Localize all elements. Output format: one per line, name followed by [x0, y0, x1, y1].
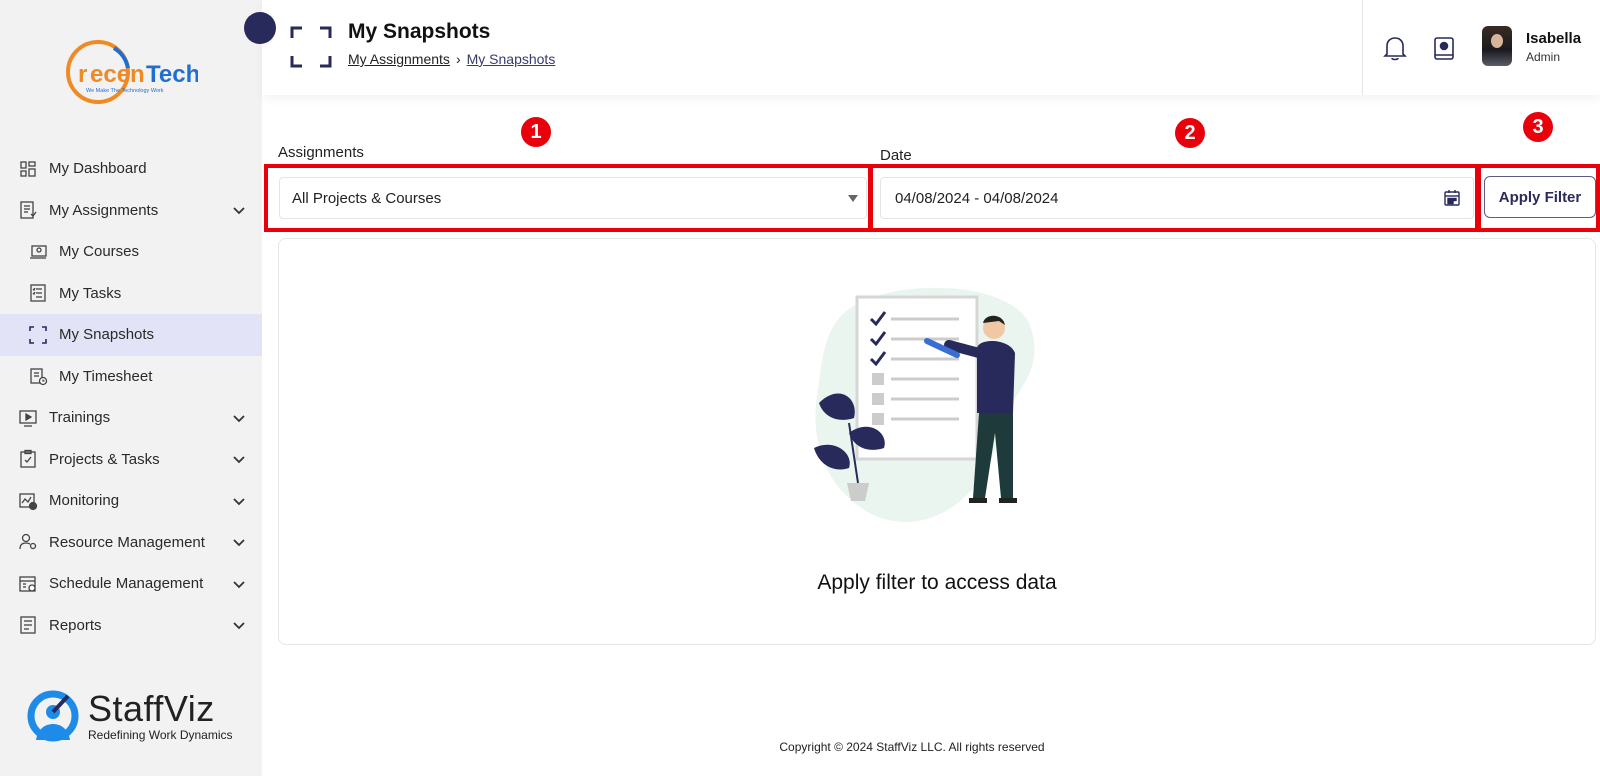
svg-text:Tech: Tech [146, 61, 198, 88]
svg-text:We Make The Technology Work: We Make The Technology Work [86, 88, 164, 94]
calendar-gear-icon [18, 574, 38, 594]
sidebar-nav: My Dashboard My Assignments My Courses M… [0, 148, 262, 646]
page-title: My Snapshots [348, 20, 491, 43]
sidebar-item-my-dashboard[interactable]: My Dashboard [0, 148, 262, 190]
breadcrumb: My Assignments › My Snapshots [348, 51, 555, 67]
assignments-label: Assignments [278, 144, 364, 161]
chevron-down-icon[interactable] [232, 203, 246, 217]
sidebar-item-label: My Tasks [59, 284, 122, 302]
sidebar-item-my-snapshots[interactable]: My Snapshots [0, 314, 262, 356]
sidebar-item-my-tasks[interactable]: My Tasks [0, 273, 262, 315]
user-gear-icon [18, 532, 38, 552]
report-icon [18, 615, 38, 635]
sidebar-item-label: My Courses [59, 243, 140, 261]
step-badge-2: 2 [1175, 118, 1205, 148]
date-label: Date [880, 147, 912, 164]
company-logo: r ecen Tech We Make The Technology Work [64, 38, 200, 110]
sidebar-item-reports[interactable]: Reports [0, 605, 262, 647]
step-badge-1: 1 [521, 117, 551, 147]
user-name: Isabella [1526, 30, 1582, 47]
timesheet-icon [28, 366, 48, 386]
sidebar-item-label: Monitoring [49, 492, 120, 510]
sidebar-item-label: My Timesheet [59, 367, 153, 385]
courses-icon [28, 242, 48, 262]
sidebar-item-label: My Assignments [49, 201, 159, 219]
empty-state-illustration [814, 287, 1035, 522]
user-role: Admin [1526, 50, 1561, 64]
sidebar-item-label: Trainings [49, 409, 111, 427]
sidebar-item-resource-management[interactable]: Resource Management [0, 522, 262, 564]
sidebar-item-label: Resource Management [49, 533, 205, 551]
sidebar-item-label: Schedule Management [49, 575, 204, 593]
clipboard-check-icon [18, 449, 38, 469]
sidebar-item-trainings[interactable]: Trainings [0, 397, 262, 439]
sidebar-item-my-timesheet[interactable]: My Timesheet [0, 356, 262, 398]
top-header: My Snapshots My Assignments › My Snapsho… [262, 0, 1600, 95]
breadcrumb-my-assignments[interactable]: My Assignments [348, 51, 450, 67]
chevron-down-icon[interactable] [232, 618, 246, 632]
staffviz-brand: StaffViz Redefining Work Dynamics [24, 688, 233, 746]
footer-copyright: Copyright © 2024 StaffViz LLC. All right… [779, 740, 1045, 754]
staffviz-logo-icon [27, 690, 79, 742]
sidebar-item-schedule-management[interactable]: Schedule Management [0, 563, 262, 605]
brand-tagline: Redefining Work Dynamics [88, 728, 233, 742]
brand-name: StaffViz [88, 688, 215, 729]
avatar[interactable] [1482, 26, 1512, 66]
app: r ecen Tech We Make The Technology Work … [0, 0, 1600, 776]
svg-text:ecen: ecen [90, 61, 145, 88]
snapshot-icon [28, 325, 48, 345]
sidebar-item-projects-tasks[interactable]: Projects & Tasks [0, 439, 262, 481]
assignments-icon [18, 200, 38, 220]
snapshot-icon [290, 26, 332, 68]
highlight-box-date [868, 164, 1481, 232]
tasks-icon [28, 283, 48, 303]
sidebar-item-label: Projects & Tasks [49, 450, 160, 468]
header-divider [1362, 0, 1363, 95]
dashboard-icon [18, 159, 38, 179]
monitoring-icon [18, 491, 38, 511]
sidebar: r ecen Tech We Make The Technology Work … [0, 0, 276, 776]
sidebar-item-my-courses[interactable]: My Courses [0, 231, 262, 273]
sidebar-item-monitoring[interactable]: Monitoring [0, 480, 262, 522]
chevron-down-icon[interactable] [232, 452, 246, 466]
sidebar-collapse-toggle[interactable] [244, 12, 276, 44]
sidebar-item-my-assignments[interactable]: My Assignments [0, 190, 262, 232]
breadcrumb-my-snapshots[interactable]: My Snapshots [467, 51, 556, 67]
svg-text:r: r [78, 61, 87, 88]
sidebar-item-label: Reports [49, 616, 102, 634]
highlight-box-apply [1475, 164, 1600, 232]
chevron-down-icon[interactable] [232, 535, 246, 549]
highlight-box-assignments [264, 164, 873, 232]
chevron-down-icon[interactable] [232, 577, 246, 591]
bell-icon[interactable] [1382, 34, 1408, 62]
chevron-right-icon: › [455, 51, 461, 67]
step-badge-3: 3 [1523, 112, 1553, 142]
chevron-down-icon[interactable] [232, 494, 246, 508]
sidebar-item-label: My Dashboard [49, 160, 147, 178]
settings-book-icon[interactable] [1432, 36, 1456, 62]
results-card: Apply filter to access data [278, 238, 1596, 645]
empty-state-message: Apply filter to access data [817, 571, 1057, 594]
sidebar-item-label: My Snapshots [59, 326, 155, 344]
play-icon [18, 408, 38, 428]
chevron-down-icon[interactable] [232, 411, 246, 425]
